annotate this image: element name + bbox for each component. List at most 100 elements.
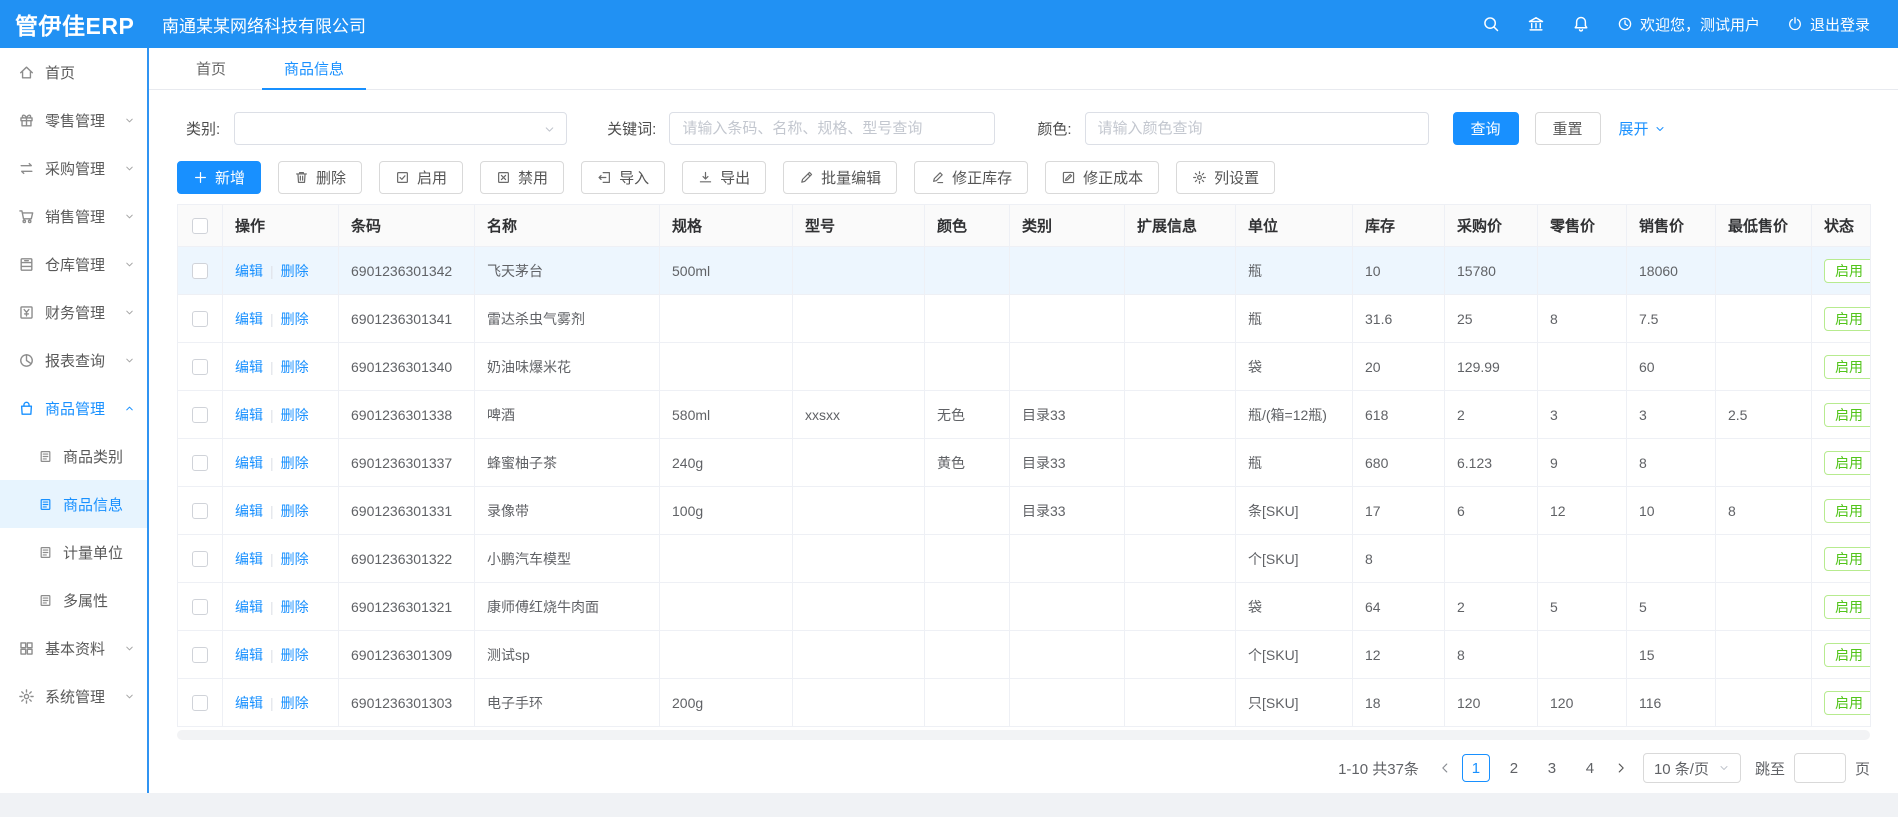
page-list: 1234 xyxy=(1457,754,1609,782)
sidebar-item-0[interactable]: 首页 xyxy=(0,48,147,96)
cell-sale: 18060 xyxy=(1627,247,1716,295)
delete-link[interactable]: 删除 xyxy=(281,503,309,519)
toolbar-button-8[interactable]: 修正成本 xyxy=(1045,161,1159,194)
tab-product-info[interactable]: 商品信息 xyxy=(262,48,366,89)
edit-link[interactable]: 编辑 xyxy=(235,263,263,279)
delete-link[interactable]: 删除 xyxy=(281,263,309,279)
edit-link[interactable]: 编辑 xyxy=(235,455,263,471)
cell-purchase: 15780 xyxy=(1445,247,1538,295)
horizontal-scrollbar[interactable] xyxy=(177,730,1870,740)
row-checkbox[interactable] xyxy=(192,503,208,519)
bank-icon[interactable] xyxy=(1527,15,1545,33)
sidebar-item-5[interactable]: 财务管理 xyxy=(0,288,147,336)
top-header: 管伊佳ERP 南通某某网络科技有限公司 欢迎您，测试用户 退出登录 xyxy=(0,0,1898,48)
cell-ext xyxy=(1125,295,1236,343)
toolbar-button-0[interactable]: 新增 xyxy=(177,161,261,194)
toolbar-button-3[interactable]: 禁用 xyxy=(480,161,564,194)
delete-link[interactable]: 删除 xyxy=(281,359,309,375)
edit-link[interactable]: 编辑 xyxy=(235,503,263,519)
row-checkbox[interactable] xyxy=(192,695,208,711)
sidebar-item-11[interactable]: 多属性 xyxy=(0,576,147,624)
action-separator: | xyxy=(270,695,274,711)
prev-page-icon[interactable] xyxy=(1438,761,1452,775)
page-button-3[interactable]: 3 xyxy=(1538,754,1566,782)
sidebar-item-4[interactable]: 仓库管理 xyxy=(0,240,147,288)
cell-unit: 袋 xyxy=(1236,583,1353,631)
sidebar-item-13[interactable]: 系统管理 xyxy=(0,672,147,720)
tab-home[interactable]: 首页 xyxy=(174,48,248,89)
toolbar-button-2[interactable]: 启用 xyxy=(379,161,463,194)
toolbar-button-label: 禁用 xyxy=(518,167,548,188)
toolbar-button-5[interactable]: 导出 xyxy=(682,161,766,194)
cell-color: 黄色 xyxy=(925,439,1010,487)
sidebar-item-2[interactable]: 采购管理 xyxy=(0,144,147,192)
keyword-input[interactable] xyxy=(669,112,995,145)
sidebar-item-10[interactable]: 计量单位 xyxy=(0,528,147,576)
logout-text: 退出登录 xyxy=(1810,14,1870,35)
page-button-4[interactable]: 4 xyxy=(1576,754,1604,782)
page-size-select[interactable]: 10 条/页 xyxy=(1643,753,1741,783)
toolbar-button-9[interactable]: 列设置 xyxy=(1176,161,1275,194)
delete-link[interactable]: 删除 xyxy=(281,551,309,567)
select-all-checkbox[interactable] xyxy=(192,218,208,234)
edit-link[interactable]: 编辑 xyxy=(235,599,263,615)
delete-link[interactable]: 删除 xyxy=(281,455,309,471)
delete-link[interactable]: 删除 xyxy=(281,599,309,615)
sidebar-item-1[interactable]: 零售管理 xyxy=(0,96,147,144)
row-checkbox[interactable] xyxy=(192,551,208,567)
edit-link[interactable]: 编辑 xyxy=(235,359,263,375)
sidebar-item-7[interactable]: 商品管理 xyxy=(0,384,147,432)
sidebar-item-3[interactable]: 销售管理 xyxy=(0,192,147,240)
page-button-1[interactable]: 1 xyxy=(1462,754,1490,782)
cell-min xyxy=(1716,631,1812,679)
page-button-2[interactable]: 2 xyxy=(1500,754,1528,782)
row-checkbox[interactable] xyxy=(192,359,208,375)
edit-link[interactable]: 编辑 xyxy=(235,647,263,663)
toolbar-button-1[interactable]: 删除 xyxy=(278,161,362,194)
delete-link[interactable]: 删除 xyxy=(281,695,309,711)
reset-button[interactable]: 重置 xyxy=(1535,112,1601,145)
chevron-down-icon xyxy=(124,691,135,702)
color-input[interactable] xyxy=(1085,112,1429,145)
row-checkbox[interactable] xyxy=(192,407,208,423)
edit-link[interactable]: 编辑 xyxy=(235,311,263,327)
category-select[interactable] xyxy=(234,112,567,145)
cell-stock: 8 xyxy=(1353,535,1445,583)
search-button[interactable]: 查询 xyxy=(1453,112,1519,145)
table-row: 编辑|删除6901236301322小鹏汽车模型个[SKU]8启用 xyxy=(178,535,1871,583)
row-checkbox[interactable] xyxy=(192,647,208,663)
search-icon[interactable] xyxy=(1482,15,1500,33)
jump-page-input[interactable] xyxy=(1794,753,1846,783)
toolbar-button-6[interactable]: 批量编辑 xyxy=(783,161,897,194)
import-icon xyxy=(597,170,612,185)
action-separator: | xyxy=(270,647,274,663)
sidebar-item-12[interactable]: 基本资料 xyxy=(0,624,147,672)
row-checkbox[interactable] xyxy=(192,263,208,279)
edit-link[interactable]: 编辑 xyxy=(235,551,263,567)
chevron-down-icon xyxy=(124,307,135,318)
delete-link[interactable]: 删除 xyxy=(281,647,309,663)
logout-button[interactable]: 退出登录 xyxy=(1787,14,1870,35)
cell-stock: 20 xyxy=(1353,343,1445,391)
bell-icon[interactable] xyxy=(1572,15,1590,33)
sidebar-item-8[interactable]: 商品类别 xyxy=(0,432,147,480)
next-page-icon[interactable] xyxy=(1614,761,1628,775)
filter-bar: 类别: 关键词: 颜色: 查询 重置 展开 xyxy=(177,112,1872,145)
sidebar-item-6[interactable]: 报表查询 xyxy=(0,336,147,384)
sidebar-item-9[interactable]: 商品信息 xyxy=(0,480,147,528)
toolbar-button-7[interactable]: 修正库存 xyxy=(914,161,1028,194)
row-checkbox[interactable] xyxy=(192,599,208,615)
delete-link[interactable]: 删除 xyxy=(281,407,309,423)
delete-link[interactable]: 删除 xyxy=(281,311,309,327)
expand-link[interactable]: 展开 xyxy=(1619,118,1666,139)
edit-link[interactable]: 编辑 xyxy=(235,695,263,711)
status-badge: 启用 xyxy=(1824,355,1871,379)
column-header: 销售价 xyxy=(1627,205,1716,247)
row-checkbox[interactable] xyxy=(192,311,208,327)
cell-barcode: 6901236301342 xyxy=(339,247,475,295)
row-checkbox[interactable] xyxy=(192,455,208,471)
edit-link[interactable]: 编辑 xyxy=(235,407,263,423)
toolbar-button-4[interactable]: 导入 xyxy=(581,161,665,194)
welcome-user[interactable]: 欢迎您，测试用户 xyxy=(1617,14,1760,35)
sidebar-item-label: 商品类别 xyxy=(63,446,123,467)
